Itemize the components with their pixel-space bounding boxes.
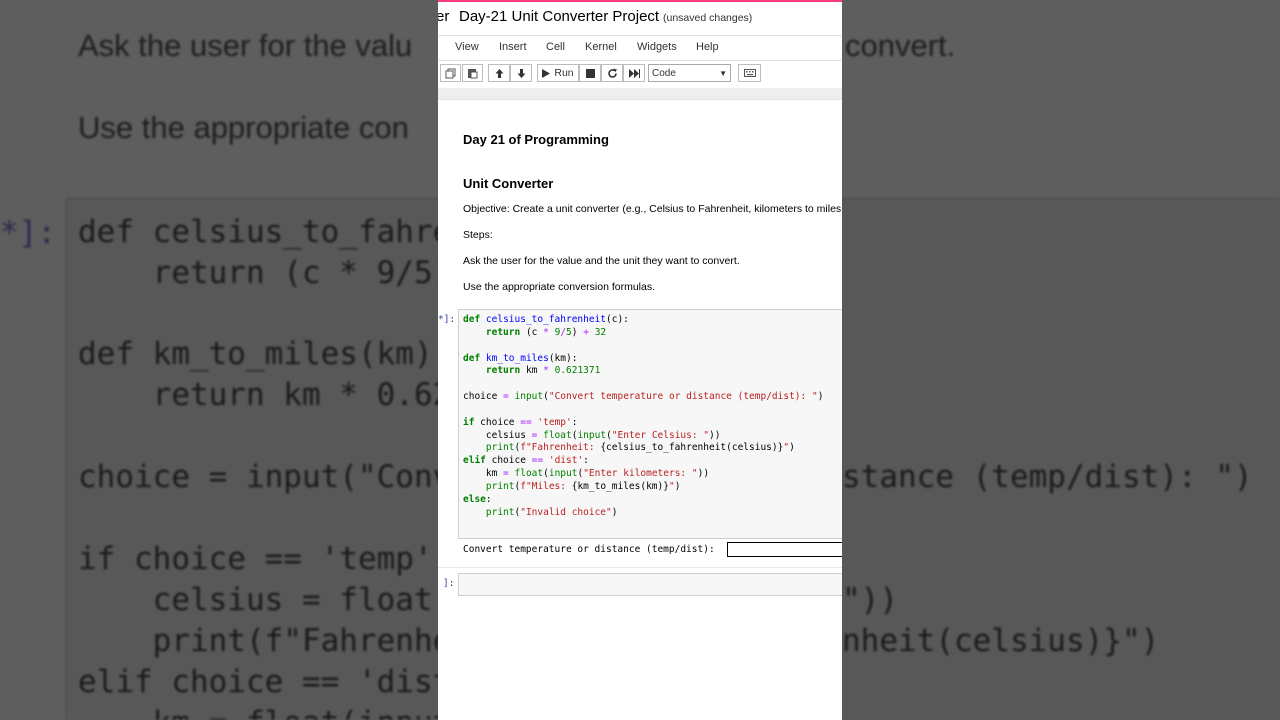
step-1-text: Ask the user for the value and the unit … xyxy=(463,255,740,267)
keyboard-icon xyxy=(743,69,756,77)
restart-button[interactable] xyxy=(601,64,623,82)
step-2-text: Use the appropriate conversion formulas. xyxy=(463,281,656,293)
menu-cell[interactable]: Cell xyxy=(546,41,565,53)
bg-code-line: def km_to_miles(km): xyxy=(78,336,452,372)
notebook-content: Day 21 of Programming Unit Converter Obj… xyxy=(438,100,842,720)
empty-cell-prompt: ]: xyxy=(443,578,455,589)
code-cell-prompt: *]: xyxy=(438,314,456,325)
move-up-button[interactable] xyxy=(488,64,510,82)
copy-cell-button[interactable] xyxy=(440,64,461,82)
bg-code-line: stance (temp/dist): ") xyxy=(842,459,1253,495)
chevron-down-icon: ▼ xyxy=(719,69,727,78)
notebook-title[interactable]: Day-21 Unit Converter Project xyxy=(459,8,659,25)
toolbar: Run Code ▼ xyxy=(438,61,842,86)
bg-code-line: km = float(input( xyxy=(78,705,470,720)
run-button[interactable]: Run xyxy=(537,64,579,82)
move-down-button[interactable] xyxy=(510,64,532,82)
menu-kernel[interactable]: Kernel xyxy=(585,41,617,53)
bg-code-line: return km * 0.62 xyxy=(78,377,452,413)
arrow-up-icon xyxy=(495,68,503,78)
bg-code-line: celsius = float( xyxy=(78,582,452,618)
menu-view[interactable]: View xyxy=(455,41,479,53)
jupyter-logo-text[interactable]: er xyxy=(438,8,449,25)
bg-code-line: elif choice == 'dist xyxy=(78,664,452,700)
paste-cell-button[interactable] xyxy=(462,64,483,82)
cell-type-select[interactable]: Code ▼ xyxy=(648,64,731,82)
fast-forward-icon xyxy=(628,68,640,78)
bg-code-line: print(f"Fahrenhei xyxy=(78,623,470,659)
bg-prompt: *]: xyxy=(0,215,56,251)
heading-unit-converter: Unit Converter xyxy=(463,176,554,191)
objective-text: Objective: Create a unit converter (e.g.… xyxy=(463,203,842,215)
save-status: (unsaved changes) xyxy=(663,12,753,24)
heading-day21: Day 21 of Programming xyxy=(463,132,609,147)
bg-text-line2: Use the appropriate con xyxy=(78,110,409,145)
stdin-input[interactable] xyxy=(727,542,842,557)
interrupt-button[interactable] xyxy=(579,64,601,82)
paste-icon xyxy=(468,68,478,78)
bg-code-line: return (c * 9/5) xyxy=(78,255,452,291)
code-cell-editor[interactable]: def celsius_to_fahrenheit(c): return (c … xyxy=(458,309,842,539)
bg-code-line: if choice == 'temp': xyxy=(78,541,452,577)
menu-insert[interactable]: Insert xyxy=(499,41,527,53)
menu-bar: View Insert Cell Kernel Widgets Help xyxy=(438,35,842,61)
notebook-header: er Day-21 Unit Converter Project (unsave… xyxy=(438,2,842,33)
play-icon xyxy=(542,68,551,78)
restart-icon xyxy=(607,68,617,78)
menu-help[interactable]: Help xyxy=(696,41,719,53)
cell-type-value: Code xyxy=(652,67,676,79)
fast-forward-button[interactable] xyxy=(623,64,645,82)
command-palette-button[interactable] xyxy=(738,64,761,82)
menu-widgets[interactable]: Widgets xyxy=(637,41,677,53)
run-label: Run xyxy=(554,67,574,79)
stop-icon xyxy=(585,68,595,78)
cell-separator xyxy=(438,567,842,568)
bg-code-line: ")) xyxy=(842,582,898,618)
steps-label: Steps: xyxy=(463,229,493,241)
bg-text-line1: Ask the user for the valu xyxy=(78,28,413,63)
output-prompt-text: Convert temperature or distance (temp/di… xyxy=(463,544,721,555)
copy-icon xyxy=(445,68,456,78)
code-editor-text[interactable]: def celsius_to_fahrenheit(c): return (c … xyxy=(463,314,823,520)
toolbar-divider xyxy=(438,88,842,100)
bg-text-line1-right: convert. xyxy=(845,28,956,63)
bg-code-line: choice = input("Conv xyxy=(78,459,452,495)
bg-code-line: def celsius_to_fahre xyxy=(78,214,452,250)
notebook-window: er Day-21 Unit Converter Project (unsave… xyxy=(438,0,842,720)
arrow-down-icon xyxy=(517,68,525,78)
empty-code-cell[interactable] xyxy=(458,573,842,596)
bg-code-line: nheit(celsius)}") xyxy=(842,623,1160,659)
